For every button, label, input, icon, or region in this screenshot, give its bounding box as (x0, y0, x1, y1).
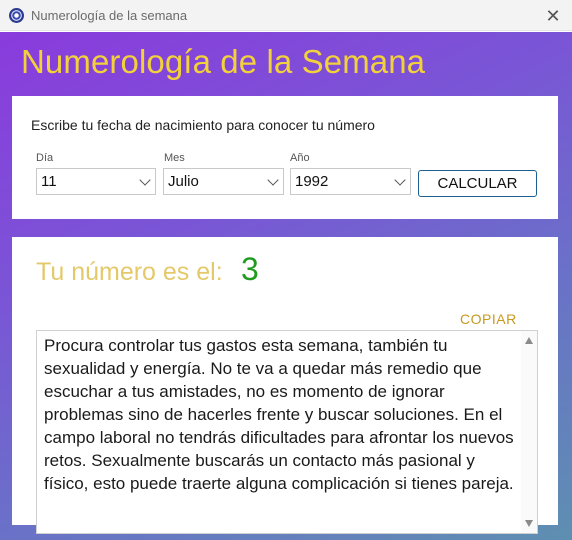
year-label: Año (290, 152, 310, 164)
result-number: 3 (241, 251, 259, 287)
chevron-down-icon (267, 174, 279, 186)
window-title: Numerología de la semana (31, 8, 188, 23)
chevron-down-icon (394, 174, 406, 186)
numerology-app-icon (9, 8, 24, 23)
copy-button[interactable]: COPIAR (460, 311, 517, 327)
chevron-down-icon (139, 174, 151, 186)
scroll-up-arrow-icon[interactable] (525, 337, 533, 344)
form-prompt: Escribe tu fecha de nacimiento para cono… (31, 117, 375, 133)
scroll-down-arrow-icon[interactable] (525, 520, 533, 527)
close-button[interactable]: ✕ (541, 4, 565, 28)
result-label: Tu número es el: (36, 258, 223, 286)
month-select-value: Julio (168, 173, 199, 190)
prediction-text: Procura controlar tus gastos esta semana… (44, 336, 514, 493)
day-select-value: 11 (41, 173, 57, 190)
birthdate-form-panel: Escribe tu fecha de nacimiento para cono… (12, 96, 558, 219)
app-title: Numerología de la Semana (21, 43, 426, 80)
year-select-value: 1992 (295, 173, 329, 190)
day-label: Día (36, 152, 54, 164)
year-select[interactable]: 1992 (290, 168, 411, 195)
day-select[interactable]: 11 (36, 168, 156, 195)
calculate-button[interactable]: CALCULAR (418, 170, 537, 197)
prediction-text-box[interactable]: Procura controlar tus gastos esta semana… (36, 330, 538, 534)
month-label: Mes (164, 152, 185, 164)
app-content: Numerología de la Semana Escribe tu fech… (0, 32, 572, 540)
month-select[interactable]: Julio (163, 168, 284, 195)
vertical-scrollbar[interactable] (521, 331, 537, 533)
title-bar: Numerología de la semana ✕ (0, 0, 572, 31)
result-panel: Tu número es el: 3 COPIAR Procura contro… (12, 237, 558, 534)
